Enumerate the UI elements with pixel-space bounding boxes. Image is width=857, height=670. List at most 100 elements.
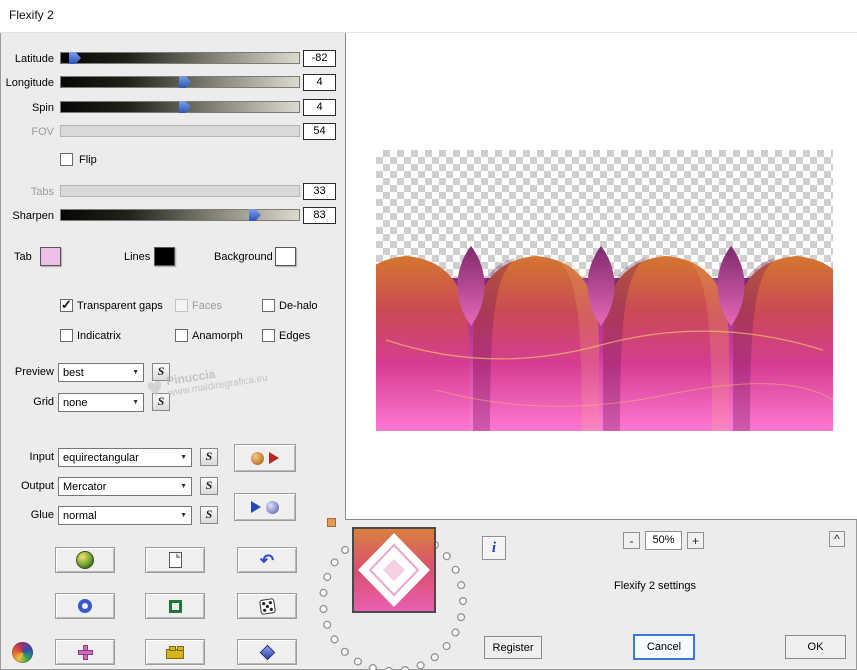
random-dice-button[interactable] <box>237 593 297 619</box>
sharpen-label: Sharpen <box>12 210 54 222</box>
dice-icon <box>258 597 276 615</box>
output-seed-button[interactable]: S <box>200 477 218 495</box>
unfold-cube-button[interactable] <box>55 639 115 665</box>
glue-dropdown-value: normal <box>63 509 97 522</box>
anamorph-label: Anamorph <box>192 330 243 342</box>
brick-icon <box>166 646 184 659</box>
indicatrix-checkbox[interactable] <box>60 329 73 342</box>
input-dropdown[interactable]: equirectangular ▼ <box>58 448 192 467</box>
chevron-down-icon: ▼ <box>132 369 139 376</box>
scroll-up-button[interactable]: ^ <box>829 531 845 547</box>
disc-icon <box>251 451 264 465</box>
undo-icon: ↶ <box>259 550 275 570</box>
globe-icon <box>76 551 94 569</box>
grid-seed-button[interactable]: S <box>152 393 170 411</box>
input-seed-button[interactable]: S <box>200 448 218 466</box>
glue-dropdown-label: Glue <box>30 509 54 521</box>
tabs-slider <box>60 185 300 197</box>
preview-canvas <box>345 33 857 520</box>
longitude-slider[interactable] <box>60 76 300 88</box>
output-dropdown[interactable]: Mercator ▼ <box>58 477 192 496</box>
input-animation-button[interactable] <box>234 444 296 472</box>
watermark-url: www.maldiregrafica.eu <box>167 371 269 399</box>
latitude-slider-thumb[interactable] <box>69 52 81 64</box>
sharpen-slider[interactable] <box>60 209 300 221</box>
spin-slider-thumb[interactable] <box>179 101 191 113</box>
copy-page-button[interactable] <box>145 547 205 573</box>
glue-seed-button[interactable]: S <box>200 506 218 524</box>
chevron-down-icon: ▼ <box>180 512 187 519</box>
preview-dropdown[interactable]: best ▼ <box>58 363 144 382</box>
check-icon: ✓ <box>61 297 72 312</box>
grid-dropdown-value: none <box>63 396 88 409</box>
preview-dropdown-label: Preview <box>14 366 54 378</box>
settings-caption: Flexify 2 settings <box>614 580 696 592</box>
transparent-gaps-checkbox[interactable]: ✓ <box>60 297 73 312</box>
longitude-value[interactable]: 4 <box>303 74 336 91</box>
zoom-out-button[interactable]: - <box>623 532 640 549</box>
flip-checkbox[interactable] <box>60 153 73 166</box>
register-button[interactable]: Register <box>484 636 542 659</box>
spin-value[interactable]: 4 <box>303 99 336 116</box>
fov-label: FOV <box>31 126 54 138</box>
gem-icon <box>259 644 275 660</box>
ok-button[interactable]: OK <box>785 635 846 659</box>
zoom-in-button[interactable]: + <box>687 532 704 549</box>
sharpen-value[interactable]: 83 <box>303 207 336 224</box>
tab-color-swatch[interactable] <box>40 247 61 266</box>
tab-color-label: Tab <box>14 251 32 263</box>
grid-dropdown[interactable]: none ▼ <box>58 393 144 412</box>
page-icon <box>168 552 182 568</box>
brick-button[interactable] <box>145 639 205 665</box>
disc-icon <box>266 500 279 514</box>
ring-button[interactable] <box>55 593 115 619</box>
anamorph-checkbox[interactable] <box>175 329 188 342</box>
undo-button[interactable]: ↶ <box>237 547 297 573</box>
dehalo-label: De-halo <box>279 300 318 312</box>
unfolded-cube-icon <box>77 644 93 660</box>
input-dropdown-label: Input <box>29 451 54 463</box>
tabs-value[interactable]: 33 <box>303 183 336 200</box>
glue-dropdown[interactable]: normal ▼ <box>58 506 192 525</box>
window-title: Flexify 2 <box>9 8 54 22</box>
glue-animation-button[interactable] <box>234 493 296 521</box>
longitude-slider-thumb[interactable] <box>179 76 191 88</box>
zoom-level: 50% <box>645 531 682 550</box>
edges-checkbox[interactable] <box>262 329 275 342</box>
plugin-logo-icon <box>12 642 33 663</box>
input-dropdown-value: equirectangular <box>63 451 139 464</box>
globe-button[interactable] <box>55 547 115 573</box>
latitude-value[interactable]: -82 <box>303 50 336 67</box>
settings-thumbnail[interactable] <box>352 527 436 613</box>
rendered-image <box>376 246 833 431</box>
latitude-label: Latitude <box>14 53 54 65</box>
gem-button[interactable] <box>237 639 297 665</box>
spin-slider[interactable] <box>60 101 300 113</box>
grid-dropdown-label: Grid <box>33 396 54 408</box>
info-button[interactable]: i <box>482 536 506 560</box>
preview-dropdown-value: best <box>63 366 84 379</box>
chevron-down-icon: ▼ <box>180 483 187 490</box>
play-icon <box>251 501 261 513</box>
latitude-slider[interactable] <box>60 52 300 64</box>
sharpen-slider-thumb[interactable] <box>249 209 261 221</box>
fov-value[interactable]: 54 <box>303 123 336 140</box>
chevron-down-icon: ▼ <box>180 454 187 461</box>
play-icon <box>269 452 279 464</box>
lines-color-swatch[interactable] <box>154 247 175 266</box>
settings-thumbnail-image <box>354 529 434 611</box>
flexify2-dialog: Flexify 2 Latitude -82 Longitude 4 Spin … <box>0 0 857 670</box>
green-frame-icon <box>168 599 182 613</box>
cancel-button[interactable]: Cancel <box>633 634 695 660</box>
chevron-down-icon: ▼ <box>132 399 139 406</box>
transparent-gaps-label: Transparent gaps <box>77 300 163 312</box>
background-color-label: Background <box>214 251 273 263</box>
title-bar: Flexify 2 <box>0 0 857 33</box>
preview-seed-button[interactable]: S <box>152 363 170 381</box>
background-color-swatch[interactable] <box>275 247 296 266</box>
faces-checkbox <box>175 299 188 312</box>
dehalo-checkbox[interactable] <box>262 299 275 312</box>
frame-button[interactable] <box>145 593 205 619</box>
output-dropdown-label: Output <box>20 480 54 492</box>
transparency-checkerboard <box>376 150 833 431</box>
